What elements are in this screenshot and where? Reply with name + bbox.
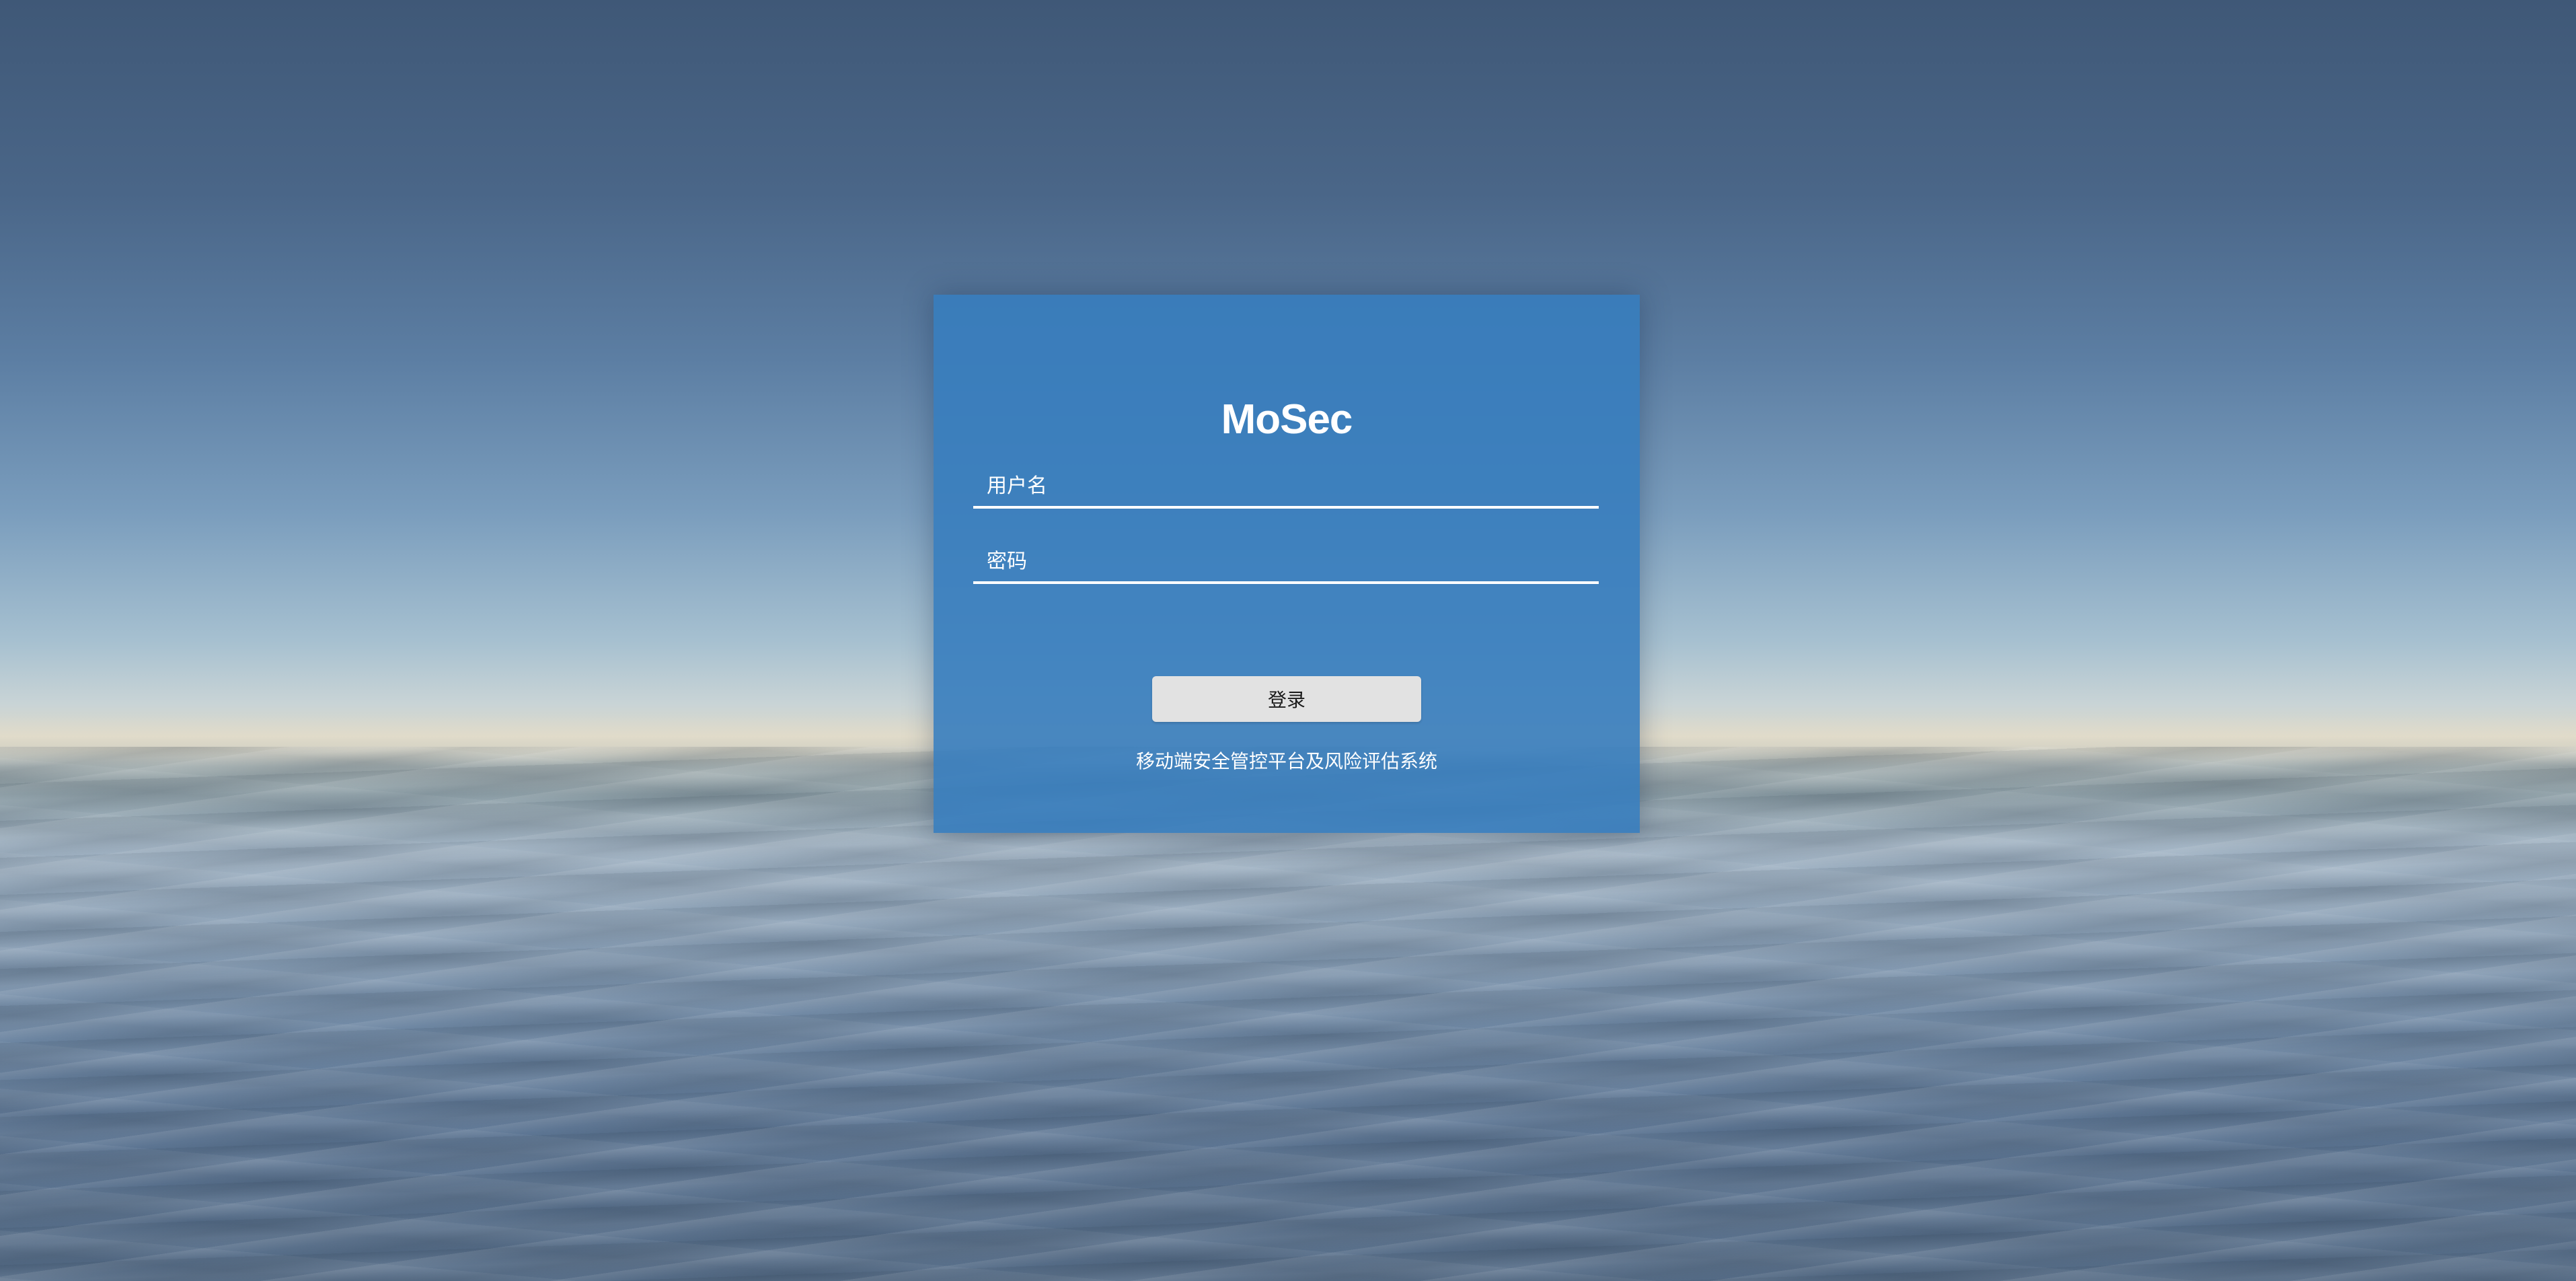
password-input[interactable] [973, 541, 1599, 581]
app-title: MoSec [1221, 396, 1353, 443]
password-field [973, 541, 1599, 584]
ocean-background: MoSec 登录 移动端安全管控平台及风险评估系统 [0, 0, 2576, 1281]
login-card: MoSec 登录 移动端安全管控平台及风险评估系统 [934, 295, 1640, 833]
username-input[interactable] [973, 466, 1599, 506]
login-button[interactable]: 登录 [1152, 676, 1421, 722]
password-underline [973, 581, 1599, 584]
app-subtitle: 移动端安全管控平台及风险评估系统 [1135, 750, 1437, 772]
username-field [973, 466, 1599, 509]
username-underline [973, 506, 1599, 509]
